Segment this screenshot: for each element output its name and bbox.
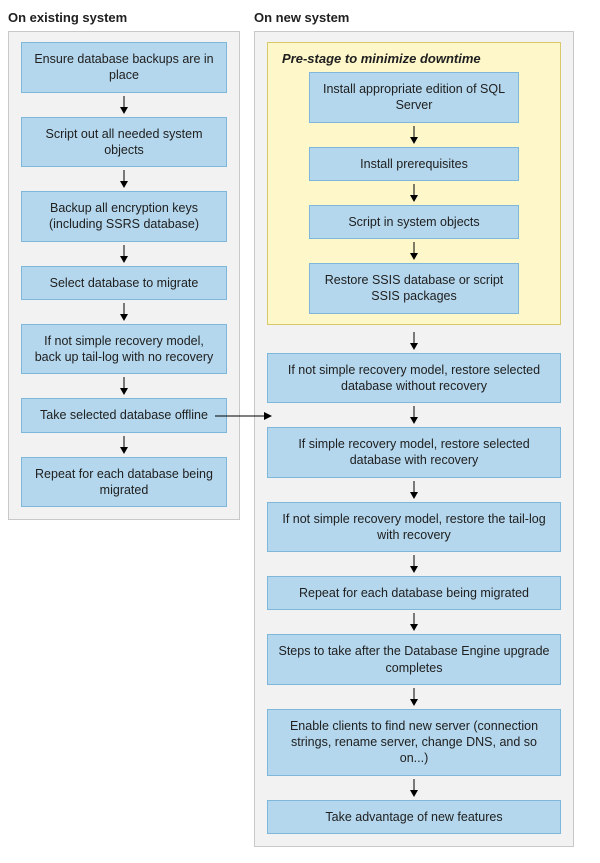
- new-step-3: If not simple recovery model, restore th…: [267, 502, 561, 553]
- arrow-down-icon: [267, 478, 561, 502]
- arrow-down-icon: [267, 776, 561, 800]
- existing-column: On existing system Ensure database backu…: [8, 8, 240, 520]
- existing-panel: Ensure database backups are in place Scr…: [8, 31, 240, 520]
- new-step-4: Repeat for each database being migrated: [267, 576, 561, 610]
- new-column: On new system Pre-stage to minimize down…: [254, 8, 574, 847]
- arrow-down-icon: [21, 374, 227, 398]
- arrow-down-icon: [21, 433, 227, 457]
- arrow-down-icon: [21, 242, 227, 266]
- new-step-7: Take advantage of new features: [267, 800, 561, 834]
- existing-step-1: Ensure database backups are in place: [21, 42, 227, 93]
- new-heading: On new system: [254, 10, 574, 25]
- existing-step-4: Select database to migrate: [21, 266, 227, 300]
- prestage-step-3: Script in system objects: [309, 205, 519, 239]
- arrow-down-icon: [278, 239, 550, 263]
- arrow-down-icon: [21, 167, 227, 191]
- new-step-6: Enable clients to find new server (conne…: [267, 709, 561, 776]
- arrow-down-icon: [267, 403, 561, 427]
- prestage-title: Pre-stage to minimize downtime: [278, 51, 550, 66]
- prestage-group: Pre-stage to minimize downtime Install a…: [267, 42, 561, 325]
- prestage-step-2: Install prerequisites: [309, 147, 519, 181]
- prestage-step-4: Restore SSIS database or script SSIS pac…: [309, 263, 519, 314]
- new-step-1: If not simple recovery model, restore se…: [267, 353, 561, 404]
- existing-step-2: Script out all needed system objects: [21, 117, 227, 168]
- arrow-down-icon: [21, 300, 227, 324]
- arrow-down-icon: [267, 552, 561, 576]
- arrow-down-icon: [267, 610, 561, 634]
- existing-step-6: Take selected database offline: [21, 398, 227, 432]
- existing-heading: On existing system: [8, 10, 240, 25]
- arrow-down-icon: [267, 685, 561, 709]
- existing-step-7: Repeat for each database being migrated: [21, 457, 227, 508]
- existing-step-5: If not simple recovery model, back up ta…: [21, 324, 227, 375]
- new-step-5: Steps to take after the Database Engine …: [267, 634, 561, 685]
- arrow-down-icon: [278, 181, 550, 205]
- prestage-step-1: Install appropriate edition of SQL Serve…: [309, 72, 519, 123]
- diagram-columns: On existing system Ensure database backu…: [8, 8, 592, 847]
- new-step-2: If simple recovery model, restore select…: [267, 427, 561, 478]
- new-panel: Pre-stage to minimize downtime Install a…: [254, 31, 574, 847]
- arrow-down-icon: [278, 123, 550, 147]
- arrow-down-icon: [267, 329, 561, 353]
- existing-step-3: Backup all encryption keys (including SS…: [21, 191, 227, 242]
- arrow-down-icon: [21, 93, 227, 117]
- arrow-right-icon: [227, 401, 275, 441]
